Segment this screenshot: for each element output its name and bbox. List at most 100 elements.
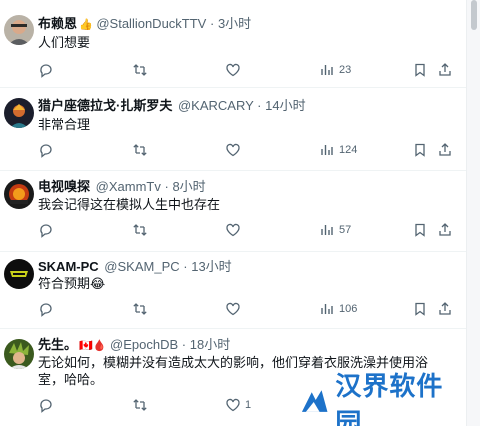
tweet-header: 布赖恩 👍 @StallionDuckTTV · 3小时 bbox=[38, 16, 251, 33]
scrollbar[interactable] bbox=[466, 0, 480, 426]
tweet-0[interactable]: 布赖恩 👍 @StallionDuckTTV · 3小时 人们想要 23 bbox=[0, 0, 466, 88]
like-button[interactable] bbox=[225, 300, 245, 318]
like-button[interactable]: 1 bbox=[225, 396, 251, 414]
like-icon bbox=[226, 63, 240, 77]
share-button[interactable] bbox=[437, 221, 453, 239]
tweet-3[interactable]: SKAM-PC @SKAM_PC · 13小时 符合预期😂 106 bbox=[0, 252, 466, 329]
watermark: 汉界软件园 bbox=[298, 372, 468, 426]
tweet-text: 人们想要 bbox=[38, 35, 91, 50]
user-handle[interactable]: @SKAM_PC bbox=[104, 259, 179, 274]
like-button[interactable] bbox=[225, 61, 245, 79]
share-icon bbox=[439, 302, 451, 315]
reply-icon bbox=[40, 64, 52, 78]
separator-dot: · bbox=[181, 337, 187, 352]
retweet-button[interactable] bbox=[132, 61, 152, 79]
tweet-header: 先生。 🇨🇦🩸 @EpochDB · 18小时 bbox=[38, 337, 230, 354]
reply-button[interactable] bbox=[38, 61, 58, 79]
user-handle[interactable]: @StallionDuckTTV bbox=[96, 16, 206, 31]
watermark-logo bbox=[301, 390, 328, 412]
views-icon bbox=[321, 225, 333, 235]
reply-button[interactable] bbox=[38, 300, 58, 318]
tweet-text: 非常合理 bbox=[38, 117, 91, 132]
retweet-icon bbox=[133, 224, 147, 236]
tweet-header: SKAM-PC @SKAM_PC · 13小时 bbox=[38, 259, 232, 276]
reply-icon bbox=[40, 224, 52, 238]
user-name[interactable]: 猎户座德拉戈·扎斯罗夫 bbox=[38, 98, 172, 113]
avatar-image bbox=[4, 259, 34, 289]
avatar-image bbox=[4, 98, 34, 128]
share-icon bbox=[439, 63, 451, 76]
views-button[interactable]: 23 bbox=[319, 61, 351, 79]
share-button[interactable] bbox=[437, 61, 453, 79]
tweet-header: 电视嗅探 @XammTv · 8小时 bbox=[38, 179, 206, 196]
tweet-actions: 106 bbox=[38, 300, 458, 318]
views-icon bbox=[321, 304, 333, 314]
separator-dot: · bbox=[164, 179, 169, 194]
bookmark-button[interactable] bbox=[412, 300, 428, 318]
tweet-1[interactable]: 猎户座德拉戈·扎斯罗夫 @KARCARY · 14小时 非常合理 124 bbox=[0, 88, 466, 171]
views-count: 23 bbox=[339, 64, 352, 76]
bookmark-icon bbox=[415, 63, 425, 77]
bookmark-button[interactable] bbox=[412, 141, 428, 159]
like-icon bbox=[226, 398, 240, 412]
tweet-2[interactable]: 电视嗅探 @XammTv · 8小时 我会记得这在模拟人生中也存在 57 bbox=[0, 171, 466, 252]
tweet-text: 我会记得这在模拟人生中也存在 bbox=[38, 197, 221, 212]
user-badge: 🇨🇦🩸 bbox=[79, 340, 107, 352]
tweet-time[interactable]: 3小时 bbox=[218, 16, 251, 31]
user-name[interactable]: 电视嗅探 bbox=[38, 179, 90, 194]
avatar[interactable] bbox=[4, 179, 34, 209]
user-handle[interactable]: @XammTv bbox=[96, 179, 161, 194]
retweet-button[interactable] bbox=[132, 221, 152, 239]
reply-button[interactable] bbox=[38, 221, 58, 239]
bookmark-icon bbox=[415, 143, 425, 157]
avatar-image bbox=[4, 179, 34, 209]
like-button[interactable] bbox=[225, 141, 245, 159]
user-handle[interactable]: @KARCARY bbox=[178, 98, 254, 113]
views-icon bbox=[321, 145, 333, 155]
user-badge: 👍 bbox=[79, 19, 93, 31]
user-name[interactable]: SKAM-PC bbox=[38, 259, 99, 274]
like-button[interactable] bbox=[225, 221, 245, 239]
user-name[interactable]: 先生。 bbox=[38, 337, 77, 352]
views-button[interactable]: 124 bbox=[319, 141, 357, 159]
bookmark-button[interactable] bbox=[412, 61, 428, 79]
like-icon bbox=[226, 302, 240, 316]
avatar[interactable] bbox=[4, 339, 34, 369]
share-icon bbox=[439, 223, 451, 236]
like-count: 1 bbox=[245, 399, 252, 411]
tweet-time[interactable]: 8小时 bbox=[172, 179, 205, 194]
views-button[interactable]: 106 bbox=[319, 300, 357, 318]
views-count: 57 bbox=[339, 224, 352, 236]
share-button[interactable] bbox=[437, 300, 453, 318]
tweet-time[interactable]: 14小时 bbox=[265, 98, 305, 113]
user-name[interactable]: 布赖恩 bbox=[38, 16, 77, 31]
tweet-feed: 布赖恩 👍 @StallionDuckTTV · 3小时 人们想要 23 猎户座德 bbox=[0, 0, 466, 426]
share-icon bbox=[439, 143, 451, 156]
tweet-actions: 124 bbox=[38, 141, 458, 159]
reply-button[interactable] bbox=[38, 141, 58, 159]
tweet-time[interactable]: 13小时 bbox=[191, 259, 231, 274]
bookmark-icon bbox=[415, 302, 425, 316]
avatar[interactable] bbox=[4, 259, 34, 289]
retweet-button[interactable] bbox=[132, 300, 152, 318]
user-handle[interactable]: @EpochDB bbox=[110, 337, 178, 352]
scrollbar-thumb[interactable] bbox=[471, 0, 477, 30]
tweet-time[interactable]: 18小时 bbox=[190, 337, 230, 352]
avatar[interactable] bbox=[4, 15, 34, 45]
avatar[interactable] bbox=[4, 98, 34, 128]
retweet-button[interactable] bbox=[132, 396, 152, 414]
views-button[interactable]: 57 bbox=[319, 221, 351, 239]
views-count: 106 bbox=[339, 303, 358, 315]
reply-icon bbox=[40, 399, 52, 413]
reply-icon bbox=[40, 144, 52, 158]
retweet-icon bbox=[133, 64, 147, 76]
retweet-icon bbox=[133, 144, 147, 156]
separator-dot: · bbox=[209, 16, 215, 31]
share-button[interactable] bbox=[437, 141, 453, 159]
bookmark-button[interactable] bbox=[412, 221, 428, 239]
reply-button[interactable] bbox=[38, 396, 58, 414]
tweet-header: 猎户座德拉戈·扎斯罗夫 @KARCARY · 14小时 bbox=[38, 98, 306, 115]
separator-dot: · bbox=[183, 259, 188, 274]
tweet-actions: 57 bbox=[38, 221, 458, 239]
retweet-button[interactable] bbox=[132, 141, 152, 159]
